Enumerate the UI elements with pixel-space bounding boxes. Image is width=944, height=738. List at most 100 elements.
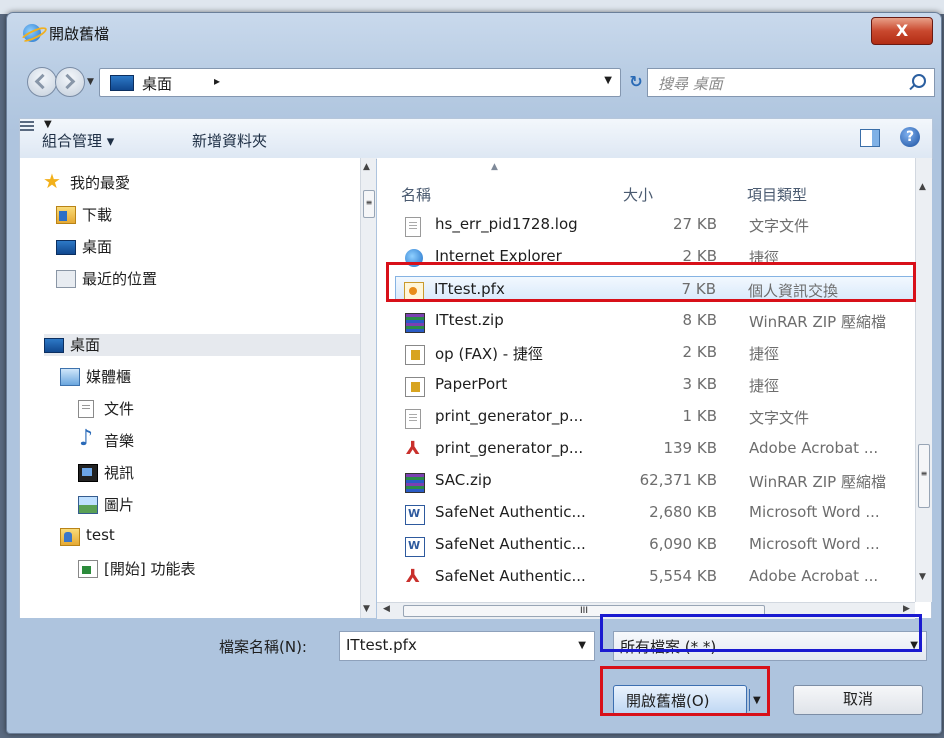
file-type: Microsoft Word ... [749,503,880,521]
file-size: 2 KB [682,247,717,265]
organize-menu-button[interactable]: 組合管理 ▾ [42,130,114,151]
column-header-size[interactable]: 大小 [623,184,653,205]
file-type: 捷徑 [749,345,780,363]
scroll-up-arrow-icon[interactable]: ▲ [919,182,926,192]
file-name: PaperPort [435,375,508,393]
file-row[interactable]: SAC.zip 62,371 KB WinRAR ZIP 壓縮檔 [397,468,921,494]
help-icon[interactable]: ? [900,127,920,147]
scroll-thumb[interactable]: ≡ [918,444,930,508]
file-size: 139 KB [663,439,717,457]
file-name: Internet Explorer [435,247,562,265]
column-header-type[interactable]: 項目類型 [747,184,807,205]
address-dropdown-chevron-icon[interactable]: ▼ [604,75,612,86]
view-list-icon [20,121,34,133]
downloads-folder-icon [56,206,76,224]
pictures-icon [78,496,98,514]
file-type: 捷徑 [749,249,780,267]
open-options-chevron-icon[interactable]: ▼ [753,695,761,706]
filename-value[interactable]: ITtest.pfx [346,636,417,654]
nav-item-label: 桌面 [82,238,113,256]
nav-item-label: 媒體櫃 [86,368,132,386]
file-type: WinRAR ZIP 壓縮檔 [749,313,886,331]
file-list-horizontal-scrollbar[interactable]: ◀ III ▶ [377,602,915,619]
documents-icon [78,400,94,418]
file-size: 8 KB [682,311,717,329]
scroll-down-arrow-icon[interactable]: ▼ [363,604,370,614]
close-button[interactable]: X [871,17,933,45]
file-row[interactable]: print_generator_p... 139 KB Adobe Acroba… [397,436,921,462]
nav-item-desktop[interactable]: 桌面 [44,334,360,356]
navigation-scrollbar[interactable]: ▲ ≡ ▼ [360,158,376,618]
file-type: Microsoft Word ... [749,535,880,553]
file-name: hs_err_pid1728.log [435,215,578,233]
desktop-icon [44,338,64,353]
file-row[interactable]: Internet Explorer 2 KB 捷徑 [397,244,921,270]
file-size: 62,371 KB [639,471,717,489]
pdf-file-icon [405,566,423,587]
file-name: SafeNet Authentic... [435,535,586,553]
file-name: ITtest.zip [435,311,504,329]
navigation-pane: 我的最愛 下載 桌面 最近的位置 桌面 媒體櫃 文件 音樂 [19,158,376,618]
filename-field[interactable]: ITtest.pfx ▼ [339,631,595,661]
scroll-right-arrow-icon[interactable]: ▶ [903,604,910,614]
cancel-button[interactable]: 取消 [793,685,923,715]
open-file-dialog: 開啟舊檔 X ▼ 桌面 ▸ ▼ ↻ 搜尋 桌面 組合管理 ▾ 新增資料夾 ▼ ?… [6,12,942,734]
file-row[interactable]: hs_err_pid1728.log 27 KB 文字文件 [397,212,921,238]
refresh-icon[interactable]: ↻ [623,68,649,95]
scroll-thumb[interactable]: ≡ [363,190,375,218]
word-file-icon [405,537,425,557]
forward-button[interactable] [55,67,85,97]
file-type: 捷徑 [749,377,780,395]
user-folder-icon [60,528,80,546]
chevron-down-icon[interactable]: ▼ [578,640,586,651]
search-input[interactable]: 搜尋 桌面 [647,68,935,97]
file-row[interactable]: op (FAX) - 捷徑 2 KB 捷徑 [397,340,921,366]
file-row[interactable]: SafeNet Authentic... 5,554 KB Adobe Acro… [397,564,921,590]
file-row[interactable]: print_generator_p... 1 KB 文字文件 [397,404,921,430]
start-menu-icon [78,560,98,578]
scroll-down-arrow-icon[interactable]: ▼ [919,572,926,582]
file-size: 2,680 KB [649,503,717,521]
open-button[interactable]: 開啟舊檔(O) [613,685,747,715]
word-file-icon [405,505,425,525]
file-row[interactable]: SafeNet Authentic... 6,090 KB Microsoft … [397,532,921,558]
recent-pages-chevron-icon[interactable]: ▼ [87,77,94,87]
internet-explorer-icon [23,24,41,42]
window-title: 開啟舊檔 [49,25,110,43]
file-row-selected[interactable]: ITtest.pfx 7 KB 個人資訊交換 [395,276,921,302]
scroll-up-arrow-icon[interactable]: ▲ [363,162,370,172]
file-name: SAC.zip [435,471,492,489]
file-name: print_generator_p... [435,407,584,425]
back-button[interactable] [27,67,57,97]
file-size: 7 KB [681,280,716,298]
address-bar[interactable]: 桌面 ▸ ▼ [99,68,621,97]
new-folder-button[interactable]: 新增資料夾 [192,130,267,151]
file-type-value: 所有檔案 (*.*) [620,638,717,656]
file-name: ITtest.pfx [434,280,505,298]
open-button-label: 開啟舊檔(O) [626,692,710,710]
file-size: 2 KB [682,343,717,361]
file-type-dropdown[interactable]: 所有檔案 (*.*) ▼ [613,631,927,661]
breadcrumb-arrow-icon[interactable]: ▸ [214,74,220,88]
file-row[interactable]: SafeNet Authentic... 2,680 KB Microsoft … [397,500,921,526]
file-size: 5,554 KB [649,567,717,585]
winrar-zip-icon [405,313,425,333]
search-icon[interactable] [912,74,926,88]
preview-pane-icon[interactable] [860,129,880,147]
column-header-name[interactable]: 名稱 [401,184,431,205]
desktop-icon [56,240,76,255]
chevron-down-icon: ▼ [910,640,918,651]
recent-places-icon [56,270,76,288]
file-row[interactable]: ITtest.zip 8 KB WinRAR ZIP 壓縮檔 [397,308,921,334]
file-type: 文字文件 [749,217,810,235]
nav-item-label: 下載 [82,206,113,224]
address-location[interactable]: 桌面 [142,73,172,94]
title-bar: 開啟舊檔 X [7,13,941,53]
file-size: 27 KB [673,215,717,233]
file-name: SafeNet Authentic... [435,503,586,521]
scroll-thumb[interactable]: III [403,605,765,617]
scroll-left-arrow-icon[interactable]: ◀ [383,604,390,614]
file-size: 3 KB [682,375,717,393]
file-row[interactable]: PaperPort 3 KB 捷徑 [397,372,921,398]
file-list-vertical-scrollbar[interactable]: ▲ ≡ ▼ [915,158,932,602]
